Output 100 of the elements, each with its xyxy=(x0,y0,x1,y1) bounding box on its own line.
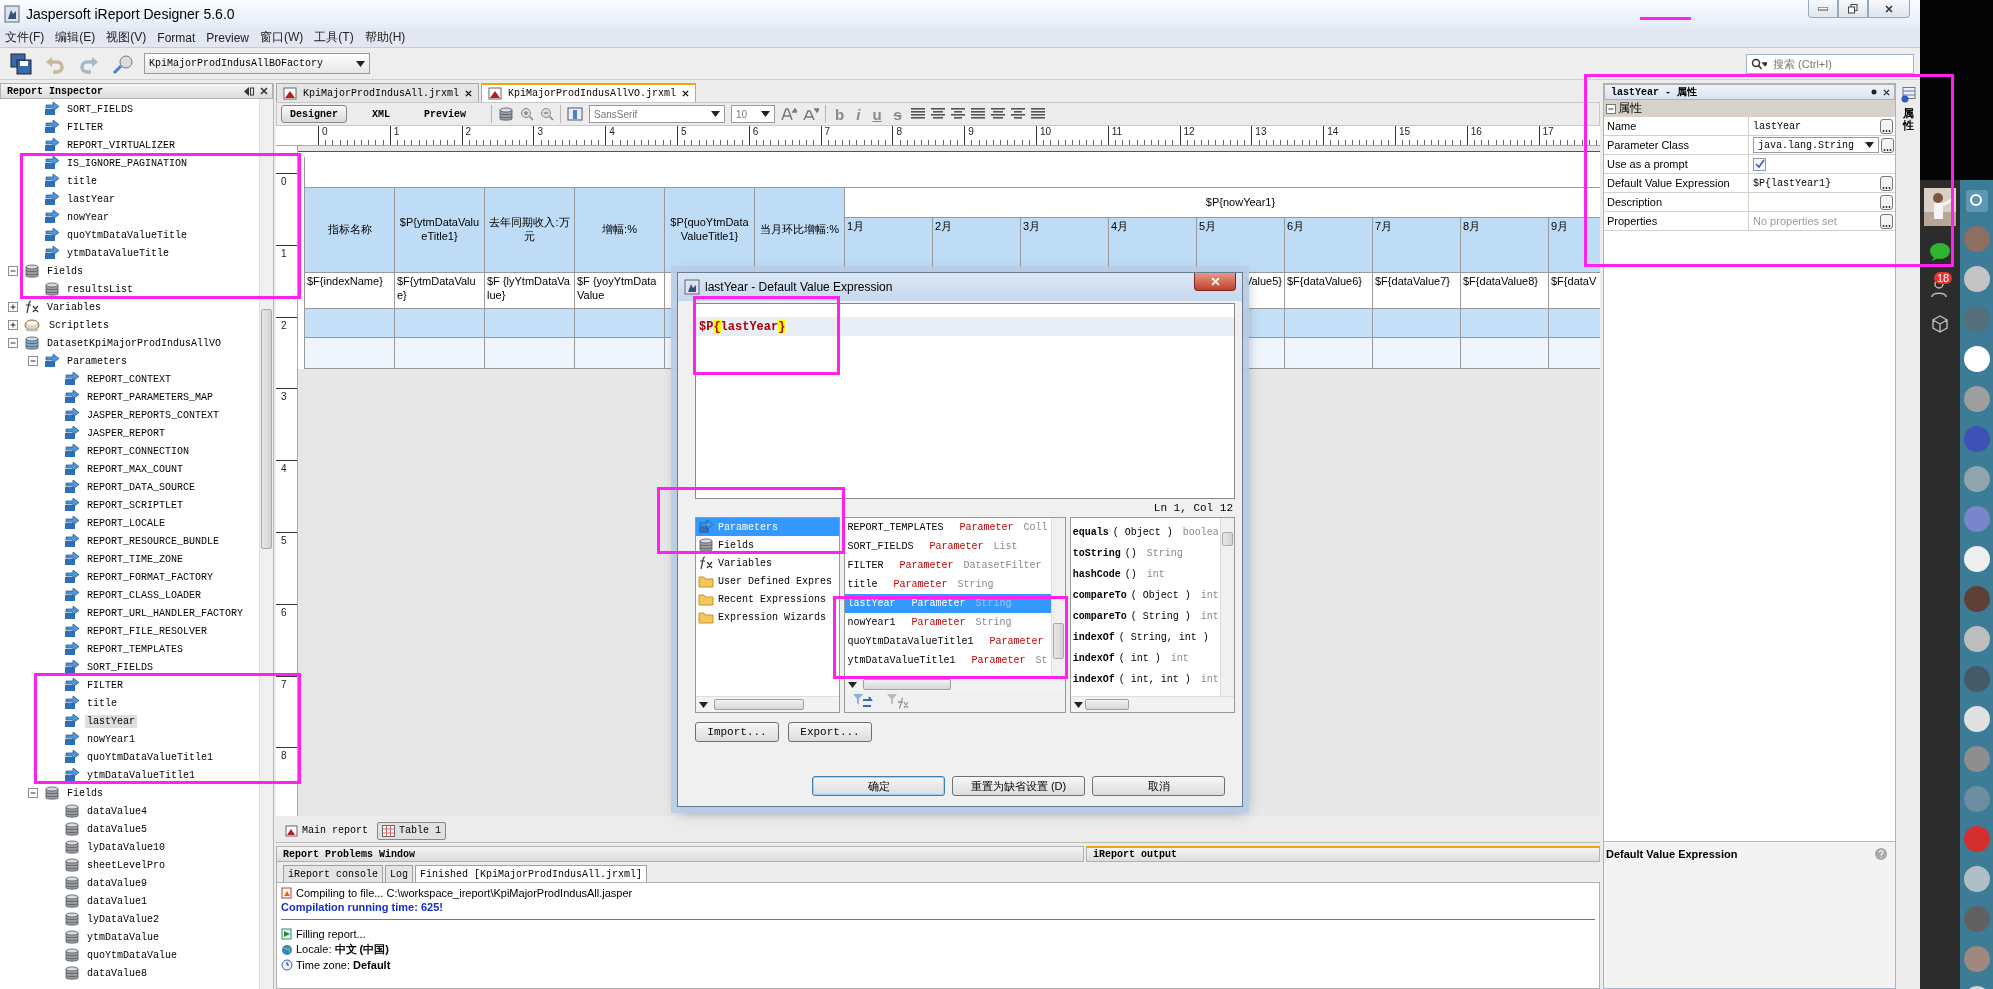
avatar[interactable] xyxy=(1963,626,1990,652)
tree-item[interactable]: title xyxy=(64,696,119,710)
scrollbar[interactable] xyxy=(696,696,840,712)
collapse-toggle[interactable] xyxy=(1606,103,1616,114)
more-button[interactable] xyxy=(1880,213,1893,229)
tree-item[interactable]: dataValue5 xyxy=(64,821,149,837)
expand-toggle[interactable] xyxy=(28,356,38,366)
more-button[interactable] xyxy=(1881,137,1894,153)
tree-item[interactable]: REPORT_PARAMETERS_MAP xyxy=(64,390,216,404)
report-tab[interactable]: Table 1 xyxy=(377,821,447,840)
close-button[interactable] xyxy=(1194,273,1236,291)
expand-toggle[interactable] xyxy=(8,320,18,330)
font-dropdown[interactable]: SansSerif xyxy=(589,105,726,123)
method-item[interactable]: compareTo ( String ) int xyxy=(1070,606,1220,627)
object-item[interactable]: FILTER Parameter DatasetFilter xyxy=(845,556,1051,575)
menu-item[interactable]: 文件(F) xyxy=(4,29,46,46)
avatar[interactable] xyxy=(1963,586,1990,612)
panel-tab[interactable]: iReport output xyxy=(1086,846,1600,862)
method-item[interactable]: indexOf ( int ) int xyxy=(1070,648,1220,669)
tree-item[interactable]: REPORT_RESOURCE_BUNDLE xyxy=(64,534,222,548)
tree-item[interactable]: REPORT_MAX_COUNT xyxy=(64,462,185,476)
tree-item[interactable]: REPORT_SCRIPTLET xyxy=(64,498,185,512)
avatar[interactable] xyxy=(1963,266,1990,292)
tree-item[interactable]: Scriptlets xyxy=(24,318,111,332)
tree-item[interactable]: REPORT_TEMPLATES xyxy=(64,642,185,656)
view-tab[interactable]: XML xyxy=(363,105,400,123)
console-tab[interactable]: Log xyxy=(385,865,414,882)
tree-item[interactable]: REPORT_DATA_SOURCE xyxy=(64,480,198,494)
tree-item[interactable]: title xyxy=(44,174,99,188)
tree-item[interactable]: JASPER_REPORTS_CONTEXT xyxy=(64,408,222,422)
tree-item[interactable]: REPORT_CLASS_LOADER xyxy=(64,588,204,602)
tree-item[interactable]: sheetLevelPro xyxy=(64,857,167,873)
tree-item[interactable]: lyDataValue2 xyxy=(64,911,161,927)
expand-toggle[interactable] xyxy=(8,266,18,276)
category-item[interactable]: Recent Expressions xyxy=(696,590,827,608)
scrollbar[interactable] xyxy=(1220,518,1234,696)
object-item[interactable]: SORT_FIELDS Parameter List xyxy=(845,537,1051,556)
tree-item[interactable]: REPORT_URL_HANDLER_FACTORY xyxy=(64,606,246,620)
menu-item[interactable]: Format xyxy=(156,30,197,45)
tree-item[interactable]: nowYear xyxy=(44,210,111,224)
tree-item[interactable]: DatasetKpiMajorProdIndusAllVO xyxy=(24,335,224,351)
restore-button[interactable] xyxy=(1838,0,1868,18)
category-item[interactable]: User Defined Expres xyxy=(696,572,833,590)
tree-item[interactable]: nowYear1 xyxy=(64,732,137,746)
tree-item[interactable]: REPORT_VIRTUALIZER xyxy=(44,138,178,152)
expand-toggle[interactable] xyxy=(8,338,18,348)
report-tab[interactable]: Main report xyxy=(280,821,373,840)
method-item[interactable]: indexOf ( int, int ) int xyxy=(1070,669,1220,690)
tree-item[interactable]: lastYear xyxy=(44,192,117,206)
menu-item[interactable]: 视图(V) xyxy=(105,29,148,46)
object-item[interactable]: ytmDataValueTitle1 Parameter St xyxy=(845,651,1051,670)
tree-item[interactable]: dataValue8 xyxy=(64,965,149,981)
expand-toggle[interactable] xyxy=(8,302,18,312)
tree-item[interactable]: resultsList xyxy=(44,281,135,297)
tree-item[interactable]: REPORT_FILE_RESOLVER xyxy=(64,624,210,638)
object-item[interactable]: nowYear1 Parameter String xyxy=(845,613,1051,632)
dialog-button[interactable]: 重置为缺省设置 (D) xyxy=(952,776,1085,796)
more-button[interactable] xyxy=(1880,175,1893,191)
tree-item[interactable]: quoYtmDataValueTitle xyxy=(44,228,190,242)
tree-item[interactable]: lyDataValue10 xyxy=(64,839,167,855)
tree-item[interactable]: Variables xyxy=(24,300,103,314)
tree-item[interactable]: dataValue4 xyxy=(64,803,149,819)
tool-button[interactable]: Import... xyxy=(695,722,779,742)
tree-item[interactable]: FILTER xyxy=(64,678,125,692)
tree-item[interactable]: REPORT_CONNECTION xyxy=(64,444,192,458)
tool-button[interactable]: Export... xyxy=(788,722,872,742)
tree-item[interactable]: ytmDataValue xyxy=(64,929,161,945)
menu-item[interactable]: 窗口(W) xyxy=(259,29,305,46)
tree-item[interactable]: quoYtmDataValue xyxy=(64,947,179,963)
method-item[interactable]: equals ( Object ) boolea xyxy=(1070,522,1220,543)
scrollbar[interactable] xyxy=(1070,696,1234,712)
tree-item[interactable]: REPORT_TIME_ZONE xyxy=(64,552,185,566)
expression-editor[interactable]: $P{lastYear} xyxy=(695,303,1235,499)
method-item[interactable]: indexOf ( String, int ) xyxy=(1070,627,1220,648)
avatar[interactable] xyxy=(1963,546,1990,572)
expand-toggle[interactable] xyxy=(28,788,38,798)
tree-item[interactable]: FILTER xyxy=(44,120,105,134)
property-value[interactable]: lastYear xyxy=(1753,120,1878,132)
tree-item[interactable]: quoYtmDataValueTitle1 xyxy=(64,750,216,764)
object-item[interactable]: REPORT_TEMPLATES Parameter Coll xyxy=(845,518,1051,537)
menu-item[interactable]: 工具(T) xyxy=(313,29,355,46)
tree-item[interactable]: REPORT_CONTEXT xyxy=(64,372,173,386)
side-tab[interactable]: 属性 xyxy=(1902,107,1914,132)
checkbox[interactable] xyxy=(1753,157,1766,171)
avatar[interactable] xyxy=(1963,346,1990,372)
menu-item[interactable]: 编辑(E) xyxy=(54,29,97,46)
more-button[interactable] xyxy=(1880,194,1893,210)
tree-item[interactable]: Fields xyxy=(44,785,105,801)
dialog-button[interactable]: 取消 xyxy=(1092,776,1225,796)
avatar[interactable] xyxy=(1963,706,1990,732)
category-item[interactable]: Expression Wizards xyxy=(696,608,827,626)
method-item[interactable]: toString () String xyxy=(1070,543,1220,564)
tree-item[interactable]: JASPER_REPORT xyxy=(64,426,167,440)
object-item[interactable]: title Parameter String xyxy=(845,575,1051,594)
view-tab[interactable]: Designer xyxy=(281,105,347,123)
object-item[interactable]: quoYtmDataValueTitle1 Parameter xyxy=(845,632,1051,651)
avatar[interactable] xyxy=(1963,866,1990,892)
scrollbar[interactable] xyxy=(259,99,273,989)
tree-item[interactable]: dataValue9 xyxy=(64,875,149,891)
search-icon[interactable] xyxy=(1965,190,1988,212)
